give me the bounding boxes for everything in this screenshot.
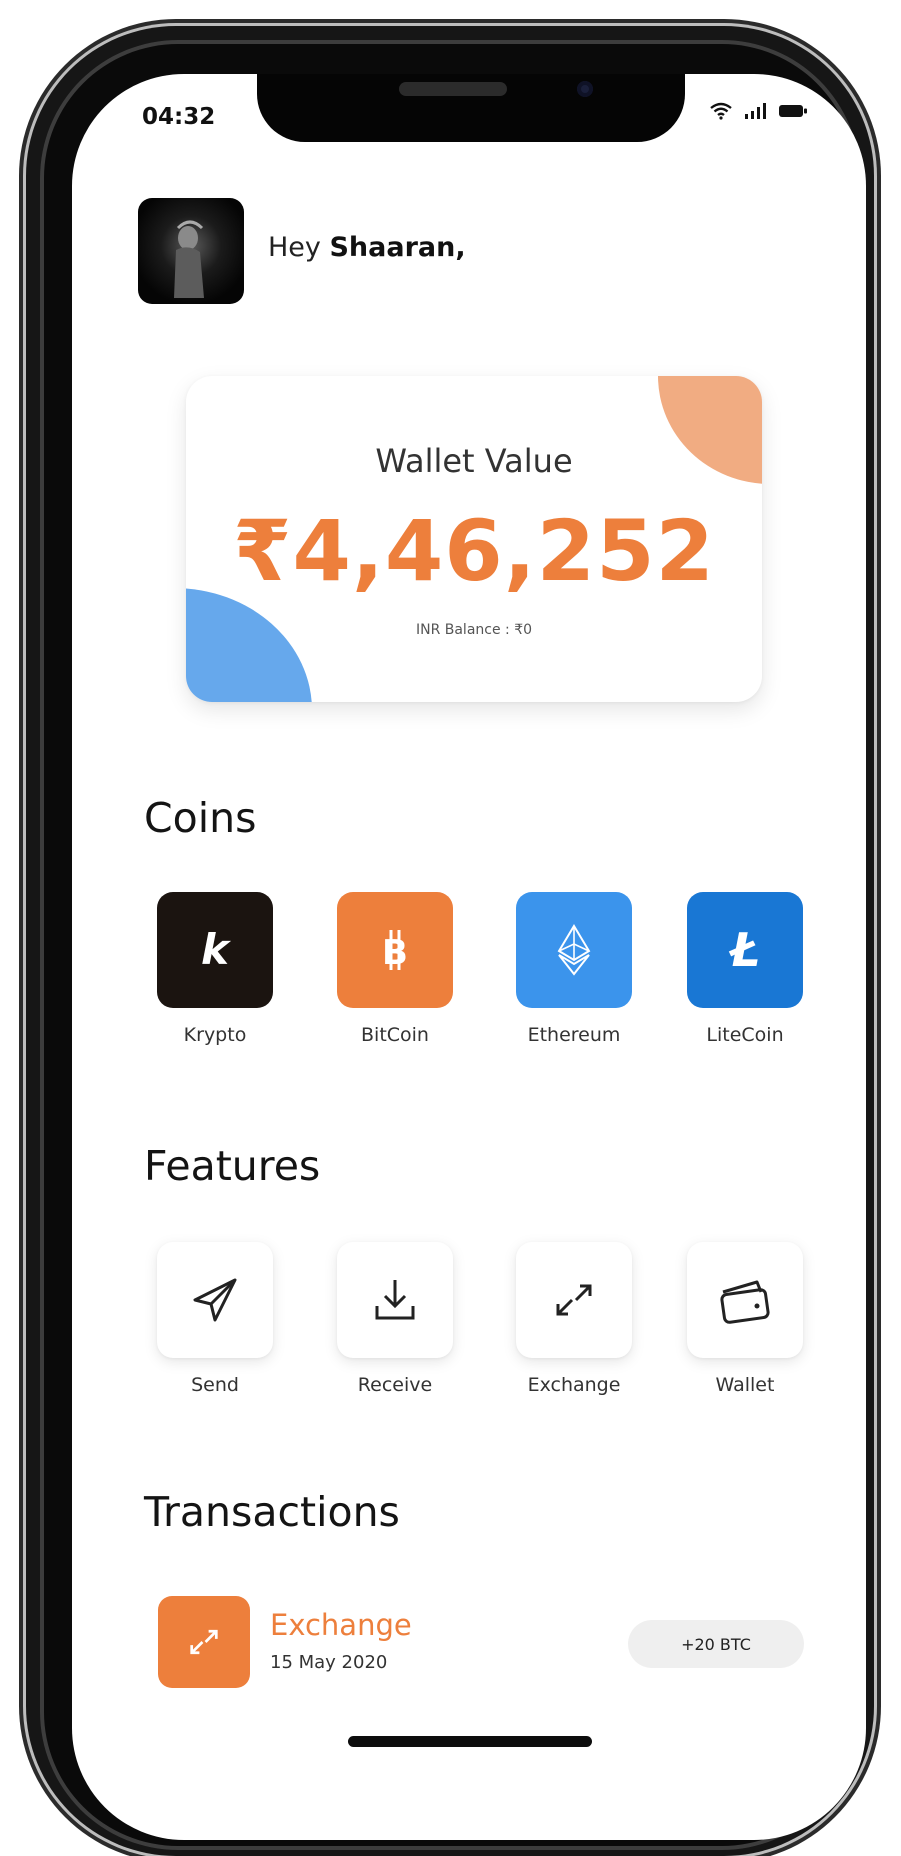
avatar-image <box>174 220 204 298</box>
exchange-icon <box>556 1284 592 1316</box>
coin-label: BitCoin <box>361 1024 429 1046</box>
wallet-label: Wallet Value <box>375 442 573 480</box>
exchange-icon <box>190 1629 218 1655</box>
wallet-icon <box>720 1280 770 1324</box>
inr-balance: INR Balance : ₹0 <box>415 622 533 638</box>
coin-tile[interactable]: k <box>157 892 273 1008</box>
send-icon <box>193 1278 237 1322</box>
status-time: 04:32 <box>142 104 216 130</box>
coin-tile[interactable] <box>516 892 632 1008</box>
greeting-prefix: Hey <box>268 232 330 263</box>
coin-tile[interactable]: Ł <box>687 892 803 1008</box>
transaction-amount-badge: +20 BTC <box>628 1620 804 1668</box>
wallet-amount: ₹4,46,252 <box>233 502 715 600</box>
krypto-glyph: k <box>201 925 232 974</box>
status-icons <box>710 102 808 120</box>
bitcoin-glyph: B <box>382 933 408 973</box>
greeting-text: Hey Shaaran, <box>268 232 466 263</box>
coin-label: Ethereum <box>527 1024 621 1046</box>
receive-icon <box>375 1280 415 1320</box>
wallet-card[interactable]: Wallet Value ₹4,46,252 INR Balance : ₹0 <box>186 376 762 702</box>
coin-litecoin[interactable]: Ł LiteCoin <box>680 892 810 1046</box>
signal-icon <box>745 103 766 119</box>
avatar[interactable] <box>138 198 244 304</box>
notch <box>257 74 685 142</box>
litecoin-glyph: Ł <box>728 923 760 977</box>
card-decoration-blue <box>186 588 312 702</box>
transactions-title: Transactions <box>144 1488 400 1536</box>
feature-label: Send <box>191 1374 239 1396</box>
speaker-grille <box>399 82 507 96</box>
litecoin-icon: Ł <box>728 923 760 977</box>
ethereum-icon <box>557 924 591 976</box>
front-camera <box>577 81 593 97</box>
features-title: Features <box>144 1142 321 1190</box>
transaction-title[interactable]: Exchange <box>270 1608 412 1642</box>
bitcoin-icon: B <box>382 930 408 973</box>
coin-ethereum[interactable]: Ethereum <box>509 892 639 1046</box>
home-indicator[interactable] <box>348 1736 592 1747</box>
battery-icon <box>779 105 807 117</box>
coin-label: LiteCoin <box>706 1024 784 1046</box>
coin-bitcoin[interactable]: B BitCoin <box>330 892 460 1046</box>
feature-tile[interactable] <box>157 1242 273 1358</box>
feature-tile[interactable] <box>516 1242 632 1358</box>
coins-title: Coins <box>144 794 257 842</box>
feature-tile[interactable] <box>337 1242 453 1358</box>
coin-tile[interactable]: B <box>337 892 453 1008</box>
krypto-icon: k <box>201 925 232 974</box>
phone-screen: 04:32 Hey Shaaran, Wallet Value ₹4,46,25… <box>72 74 866 1840</box>
feature-send[interactable]: Send <box>150 1242 280 1396</box>
user-name: Shaaran, <box>329 232 466 263</box>
feature-tile[interactable] <box>687 1242 803 1358</box>
feature-label: Wallet <box>715 1374 775 1396</box>
feature-exchange[interactable]: Exchange <box>509 1242 639 1396</box>
wifi-icon <box>710 102 732 120</box>
transaction-icon[interactable] <box>158 1596 250 1688</box>
feature-label: Receive <box>357 1374 433 1396</box>
feature-receive[interactable]: Receive <box>330 1242 460 1396</box>
feature-wallet[interactable]: Wallet <box>680 1242 810 1396</box>
feature-label: Exchange <box>527 1374 621 1396</box>
transaction-date: 15 May 2020 <box>270 1652 388 1673</box>
coin-label: Krypto <box>183 1024 247 1046</box>
coin-krypto[interactable]: k Krypto <box>150 892 280 1046</box>
